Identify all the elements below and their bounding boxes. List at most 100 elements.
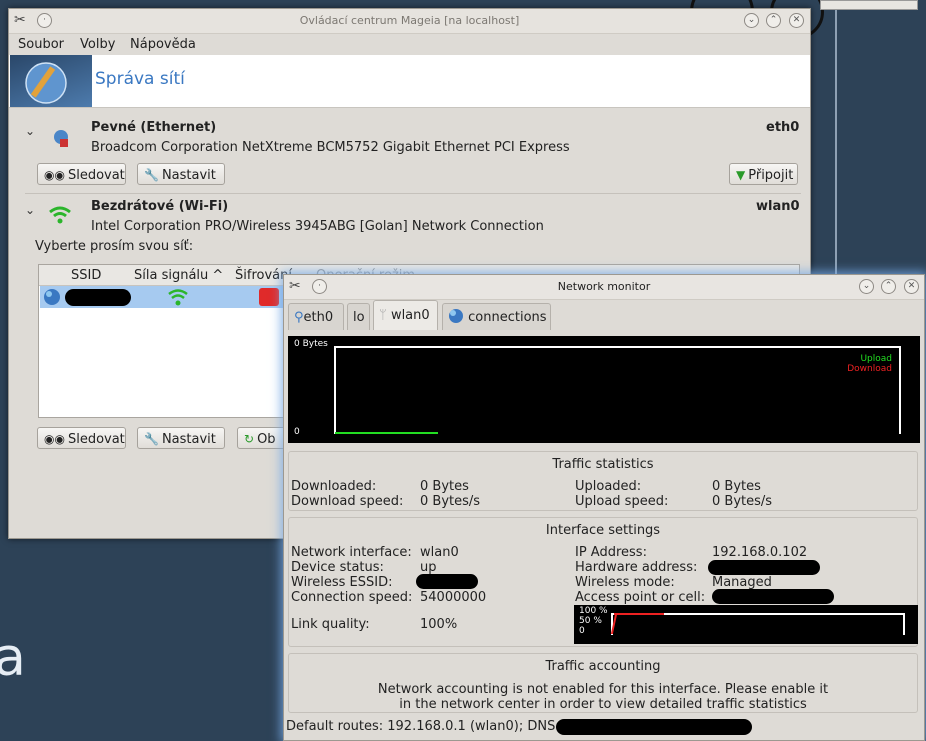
device-status-value: up xyxy=(420,560,437,575)
accounting-message-line1: Network accounting is not enabled for th… xyxy=(377,682,829,697)
ip-address-label: IP Address: xyxy=(575,545,647,560)
graph-frame xyxy=(334,346,901,434)
network-interface-label: Network interface: xyxy=(291,545,412,560)
titlebar: ✂ · Ovládací centrum Mageia [na localhos… xyxy=(9,9,810,34)
connection-speed-label: Connection speed: xyxy=(291,590,413,605)
column-signal[interactable]: Síla signálu ^ xyxy=(134,268,223,283)
upload-line xyxy=(335,432,438,434)
uploaded-value: 0 Bytes xyxy=(712,479,761,494)
network-icon: ⚲ xyxy=(294,310,304,325)
menu-help[interactable]: Nápověda xyxy=(130,37,196,52)
uploaded-label: Uploaded: xyxy=(575,479,642,494)
section-title: Traffic accounting xyxy=(545,659,661,674)
redacted-hardware-address xyxy=(708,560,820,575)
quality-line xyxy=(614,613,664,615)
network-monitor-window: ✂ · Network monitor ⌄ ⌃ ✕ ⚲eth0 lo ᛘ wla… xyxy=(283,274,925,741)
desktop-letter: a xyxy=(0,628,26,688)
redacted-access-point xyxy=(712,589,834,604)
menubar: Soubor Volby Nápověda xyxy=(9,34,810,56)
status-bar: Default routes: 192.168.0.1 (wlan0); DNS… xyxy=(286,718,922,738)
separator xyxy=(25,193,801,194)
monitor-titlebar: ✂ · Network monitor ⌄ ⌃ ✕ xyxy=(284,275,924,300)
quality-label-0: 0 xyxy=(579,626,585,636)
graph-bottom-label: 0 xyxy=(294,427,300,437)
ethernet-title: Pevné (Ethernet) xyxy=(91,120,217,135)
traffic-statistics-section: Traffic statistics Downloaded: 0 Bytes D… xyxy=(288,451,918,511)
binoculars-icon: ◉◉ xyxy=(44,168,65,182)
network-interface-value: wlan0 xyxy=(420,545,459,560)
redacted-essid xyxy=(416,574,478,589)
minimize-icon[interactable]: ⌄ xyxy=(859,279,874,294)
wrench-icon: 🔧 xyxy=(144,168,159,182)
connect-arrow-icon: ▼ xyxy=(736,168,746,182)
downloaded-value: 0 Bytes xyxy=(420,479,469,494)
refresh-icon: ↻ xyxy=(244,432,255,446)
ethernet-interface: eth0 xyxy=(766,120,800,135)
tab-eth0[interactable]: ⚲eth0 xyxy=(288,303,344,330)
wrench-icon: 🔧 xyxy=(144,432,159,446)
traffic-graph: 0 Bytes 0 Upload Download xyxy=(288,336,920,443)
window-title: Ovládací centrum Mageia [na localhost] xyxy=(299,14,520,27)
link-quality-value: 100% xyxy=(420,617,458,632)
quality-label-100: 100 % xyxy=(579,606,608,616)
minimize-icon[interactable]: ⌄ xyxy=(744,13,759,28)
traffic-accounting-section: Traffic accounting Network accounting is… xyxy=(288,653,918,713)
desktop-line xyxy=(835,0,837,280)
tab-connections[interactable]: connections xyxy=(442,303,551,330)
wireless-icon: ᛘ xyxy=(379,308,391,323)
section-title: Interface settings xyxy=(545,523,661,538)
accounting-message-line2: in the network center in order to view d… xyxy=(399,697,807,712)
page-title: Správa sítí xyxy=(95,69,185,89)
wifi-configure-button[interactable]: 🔧 Nastavit xyxy=(137,427,225,449)
ip-address-value: 192.168.0.102 xyxy=(712,545,808,560)
select-network-prompt: Vyberte prosím svou síť: xyxy=(35,239,194,254)
legend-download: Download xyxy=(847,364,892,374)
close-icon[interactable]: ✕ xyxy=(789,13,804,28)
wifi-icon xyxy=(47,204,73,230)
ethernet-connect-button[interactable]: ▼ Připojit xyxy=(729,163,798,185)
monitor-title: Network monitor xyxy=(557,280,651,293)
graph-top-label: 0 Bytes xyxy=(294,339,328,349)
link-quality-graph: 100 % 50 % 0 xyxy=(574,605,918,644)
device-status-label: Device status: xyxy=(291,560,384,575)
wifi-interface: wlan0 xyxy=(756,199,800,214)
chevron-down-icon[interactable]: ⌄ xyxy=(25,203,35,217)
ethernet-icon xyxy=(51,127,71,153)
close-icon[interactable]: ✕ xyxy=(904,279,919,294)
column-ssid[interactable]: SSID xyxy=(71,268,101,283)
ethernet-description: Broadcom Corporation NetXtreme BCM5752 G… xyxy=(91,140,570,155)
wifi-monitor-button[interactable]: ◉◉ Sledovat xyxy=(37,427,126,449)
access-point-label: Access point or cell: xyxy=(575,590,706,605)
wifi-title: Bezdrátové (Wi-Fi) xyxy=(91,199,229,214)
wifi-signal-icon xyxy=(166,287,190,311)
menu-options[interactable]: Volby xyxy=(80,37,115,52)
mcc-logo-icon xyxy=(10,55,92,107)
menu-file[interactable]: Soubor xyxy=(18,37,64,52)
connection-speed-value: 54000000 xyxy=(420,590,487,605)
maximize-icon[interactable]: ⌃ xyxy=(881,279,896,294)
legend-upload: Upload xyxy=(860,354,892,364)
tab-lo[interactable]: lo xyxy=(347,303,370,330)
wireless-mode-label: Wireless mode: xyxy=(575,575,675,590)
ethernet-configure-button[interactable]: 🔧 Nastavit xyxy=(137,163,225,185)
ethernet-monitor-button[interactable]: ◉◉ Sledovat xyxy=(37,163,126,185)
chevron-down-icon[interactable]: ⌄ xyxy=(25,124,35,138)
hardware-address-label: Hardware address: xyxy=(575,560,698,575)
maximize-icon[interactable]: ⌃ xyxy=(766,13,781,28)
redacted-dns xyxy=(556,719,752,735)
globe-icon xyxy=(43,288,61,310)
header-band: Správa sítí xyxy=(9,55,810,108)
redacted-ssid xyxy=(65,289,131,306)
globe-icon xyxy=(448,309,468,325)
section-title: Traffic statistics xyxy=(552,457,654,472)
essid-label: Wireless ESSID: xyxy=(291,575,393,590)
tab-wlan0[interactable]: ᛘ wlan0 xyxy=(373,300,438,330)
link-quality-label: Link quality: xyxy=(291,617,370,632)
download-speed-label: Download speed: xyxy=(291,494,404,509)
wifi-description: Intel Corporation PRO/Wireless 3945ABG [… xyxy=(91,219,544,234)
download-speed-value: 0 Bytes/s xyxy=(420,494,481,509)
wireless-mode-value: Managed xyxy=(712,575,772,590)
status-text: Default routes: 192.168.0.1 (wlan0); DNS… xyxy=(286,719,560,734)
upload-speed-value: 0 Bytes/s xyxy=(712,494,773,509)
lock-icon xyxy=(259,288,279,306)
